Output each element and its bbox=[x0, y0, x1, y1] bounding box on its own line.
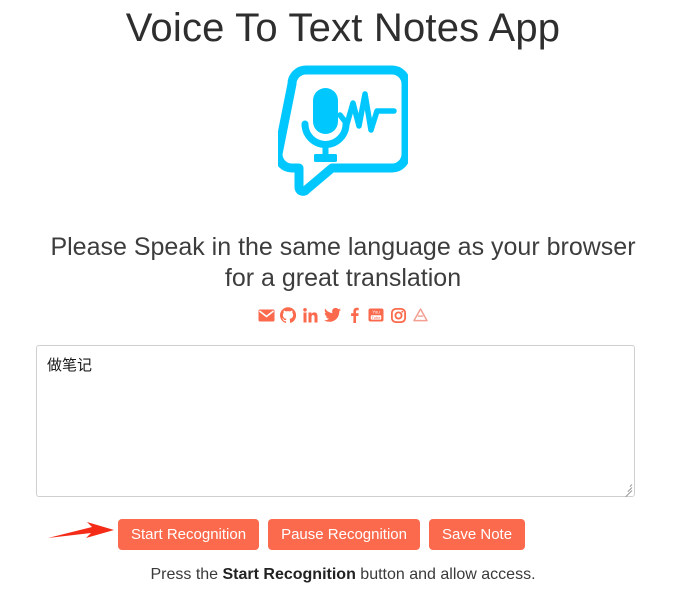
arrow-right-icon bbox=[48, 522, 114, 538]
instagram-icon bbox=[390, 307, 406, 323]
annotation-arrow bbox=[46, 520, 116, 548]
linkedin-icon bbox=[302, 307, 317, 322]
app-logo bbox=[0, 58, 686, 198]
social-links: You Tube bbox=[0, 305, 686, 325]
microphone-speech-bubble-icon bbox=[278, 65, 408, 196]
svg-text:Tube: Tube bbox=[372, 315, 382, 320]
social-link-github[interactable] bbox=[280, 307, 297, 324]
recognition-controls: Start Recognition Pause Recognition Save… bbox=[118, 519, 526, 550]
social-link-twitter[interactable] bbox=[323, 307, 341, 324]
github-icon bbox=[280, 307, 296, 323]
footer-suffix: button and allow access. bbox=[355, 566, 536, 583]
start-recognition-button[interactable]: Start Recognition bbox=[118, 519, 260, 550]
voice-to-text-notes-app: Voice To Text Notes App Please Speak in … bbox=[0, 0, 686, 602]
footer-prefix: Press the bbox=[150, 566, 223, 583]
email-icon bbox=[258, 309, 274, 321]
social-link-youtube[interactable]: You Tube bbox=[368, 307, 385, 324]
youtube-icon: You Tube bbox=[368, 308, 384, 322]
social-link-facebook[interactable] bbox=[346, 307, 363, 324]
page-title: Voice To Text Notes App bbox=[125, 6, 561, 50]
social-link-email[interactable] bbox=[258, 307, 275, 324]
social-link-instagram[interactable] bbox=[390, 307, 407, 324]
twitter-icon bbox=[323, 308, 341, 322]
facebook-icon bbox=[350, 307, 359, 323]
google-drive-icon bbox=[412, 308, 428, 322]
pause-recognition-button[interactable]: Pause Recognition bbox=[268, 519, 420, 550]
footer-emphasis: Start Recognition bbox=[222, 566, 356, 583]
social-link-google-drive[interactable] bbox=[412, 307, 429, 324]
footer-instruction: Press the Start Recognition button and a… bbox=[0, 564, 686, 586]
social-link-linkedin[interactable] bbox=[302, 307, 319, 324]
notes-textarea[interactable] bbox=[36, 345, 635, 497]
save-note-button[interactable]: Save Note bbox=[429, 519, 526, 550]
subtitle-text: Please Speak in the same language as you… bbox=[50, 233, 636, 292]
